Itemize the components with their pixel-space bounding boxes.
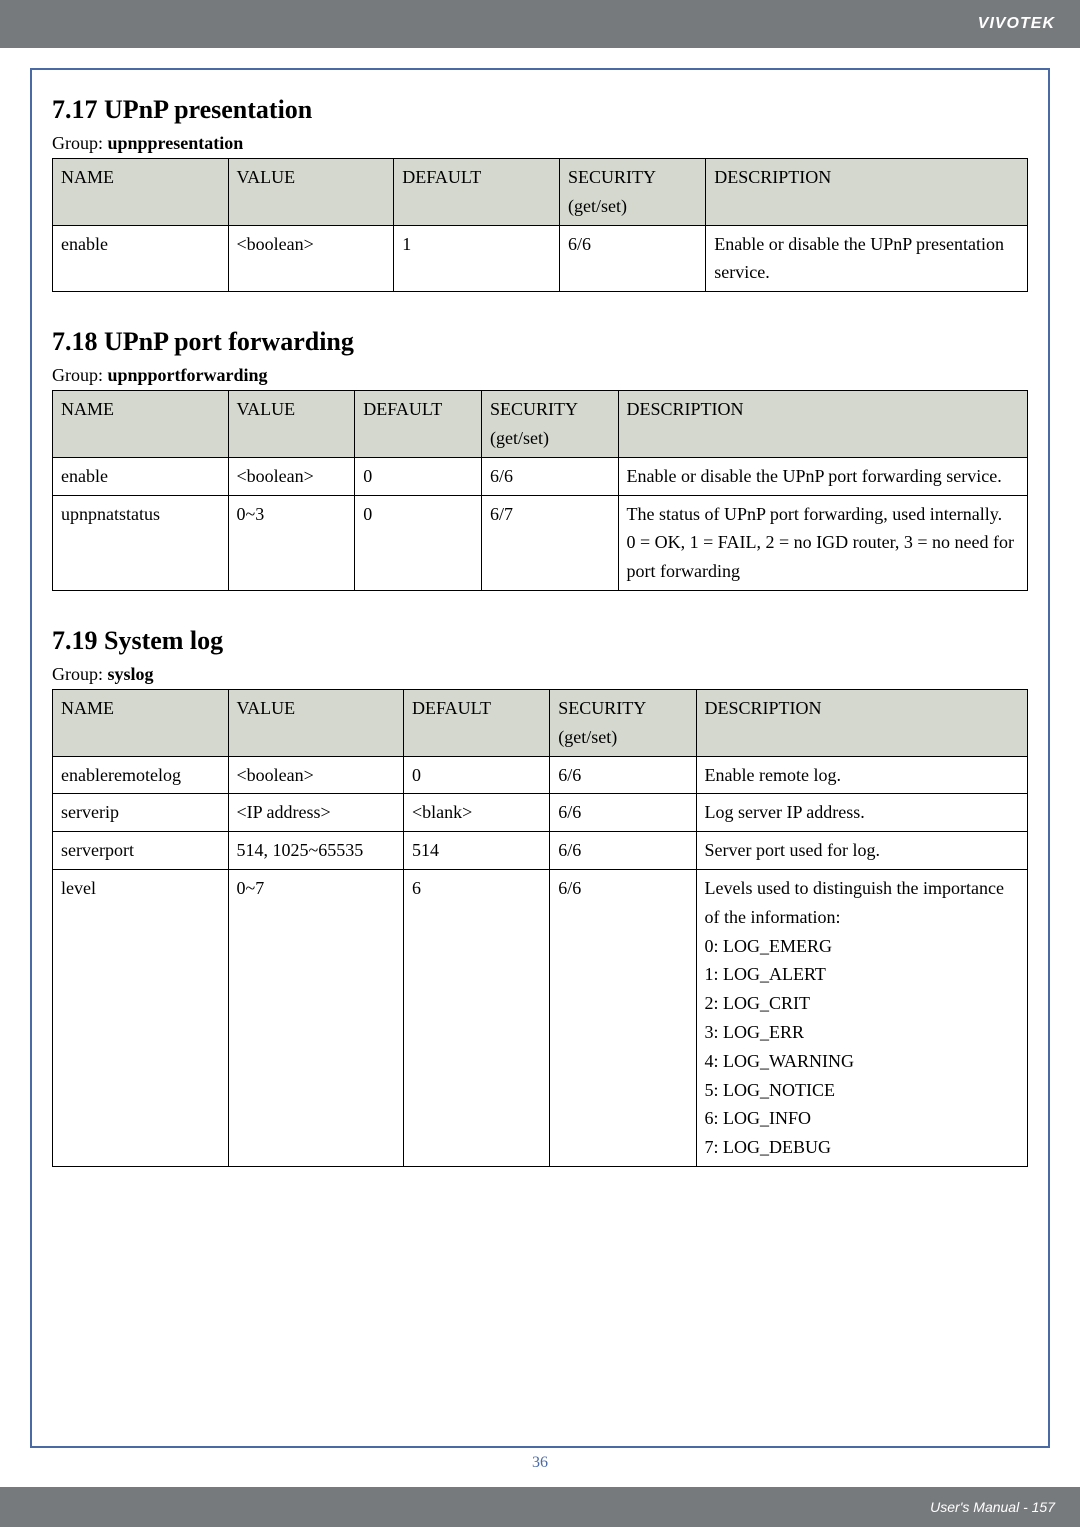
table-row: enable <boolean> 0 6/6 Enable or disable… [53,457,1028,495]
table-header-row: NAME VALUE DEFAULT SECURITY (get/set) DE… [53,689,1028,756]
cell-security: 6/6 [550,794,696,832]
group-label: Group: [52,365,108,385]
table-header-row: NAME VALUE DEFAULT SECURITY (get/set) DE… [53,391,1028,458]
table-row: enableremotelog <boolean> 0 6/6 Enable r… [53,756,1028,794]
table-719: NAME VALUE DEFAULT SECURITY (get/set) DE… [52,689,1028,1167]
cell-value: 0~3 [228,495,355,590]
content-box: Confidential 7.17 UPnP presentation Grou… [30,68,1050,1448]
cell-security: 6/6 [550,832,696,870]
col-value: VALUE [228,159,394,226]
cell-default: <blank> [404,794,550,832]
col-default: DEFAULT [404,689,550,756]
cell-name: enable [53,225,229,292]
cell-security: 6/6 [482,457,619,495]
cell-security: 6/6 [550,869,696,1166]
table-row: level 0~7 6 6/6 Levels used to distingui… [53,869,1028,1166]
bottom-bar: User's Manual - 157 [0,1487,1080,1527]
group-name: syslog [108,664,154,684]
section-title-718: 7.18 UPnP port forwarding [52,327,1028,357]
group-line-717: Group: upnppresentation [52,133,1028,154]
cell-value: 514, 1025~65535 [228,832,404,870]
cell-security: 6/7 [482,495,619,590]
group-line-718: Group: upnpportforwarding [52,365,1028,386]
cell-name: enableremotelog [53,756,229,794]
cell-description: Enable or disable the UPnP presentation … [706,225,1028,292]
col-description: DESCRIPTION [696,689,1028,756]
col-security: SECURITY (get/set) [550,689,696,756]
cell-name: serverport [53,832,229,870]
cell-description: Enable remote log. [696,756,1028,794]
table-row: enable <boolean> 1 6/6 Enable or disable… [53,225,1028,292]
col-name: NAME [53,391,229,458]
col-description: DESCRIPTION [706,159,1028,226]
cell-description: The status of UPnP port forwarding, used… [618,495,1028,590]
cell-value: <boolean> [228,225,394,292]
section-title-717: 7.17 UPnP presentation [52,95,1028,125]
cell-description: Log server IP address. [696,794,1028,832]
cell-name: upnpnatstatus [53,495,229,590]
top-bar: VIVOTEK [0,0,1080,48]
col-security: SECURITY (get/set) [482,391,619,458]
group-label: Group: [52,133,108,153]
cell-name: serverip [53,794,229,832]
table-header-row: NAME VALUE DEFAULT SECURITY (get/set) DE… [53,159,1028,226]
cell-security: 6/6 [550,756,696,794]
table-row: serverport 514, 1025~65535 514 6/6 Serve… [53,832,1028,870]
cell-value: 0~7 [228,869,404,1166]
cell-description: Enable or disable the UPnP port forwardi… [618,457,1028,495]
brand-label: VIVOTEK [978,15,1055,33]
cell-name: level [53,869,229,1166]
page-wrap: Confidential 7.17 UPnP presentation Grou… [0,48,1080,1448]
cell-value: <boolean> [228,756,404,794]
col-name: NAME [53,689,229,756]
inner-page-number: 36 [532,1454,548,1472]
cell-default: 0 [355,457,482,495]
col-default: DEFAULT [394,159,560,226]
cell-default: 514 [404,832,550,870]
table-row: serverip <IP address> <blank> 6/6 Log se… [53,794,1028,832]
cell-value: <IP address> [228,794,404,832]
cell-default: 6 [404,869,550,1166]
cell-description: Server port used for log. [696,832,1028,870]
group-name: upnppresentation [108,133,244,153]
group-name: upnpportforwarding [108,365,268,385]
table-718: NAME VALUE DEFAULT SECURITY (get/set) DE… [52,390,1028,591]
col-value: VALUE [228,391,355,458]
col-value: VALUE [228,689,404,756]
col-default: DEFAULT [355,391,482,458]
col-description: DESCRIPTION [618,391,1028,458]
cell-description: Levels used to distinguish the importanc… [696,869,1028,1166]
cell-default: 1 [394,225,560,292]
cell-name: enable [53,457,229,495]
cell-value: <boolean> [228,457,355,495]
col-security: SECURITY (get/set) [560,159,706,226]
cell-security: 6/6 [560,225,706,292]
group-label: Group: [52,664,108,684]
col-name: NAME [53,159,229,226]
section-title-719: 7.19 System log [52,626,1028,656]
cell-default: 0 [355,495,482,590]
footer-text: User's Manual - 157 [930,1499,1055,1515]
group-line-719: Group: syslog [52,664,1028,685]
table-row: upnpnatstatus 0~3 0 6/7 The status of UP… [53,495,1028,590]
table-717: NAME VALUE DEFAULT SECURITY (get/set) DE… [52,158,1028,292]
cell-default: 0 [404,756,550,794]
